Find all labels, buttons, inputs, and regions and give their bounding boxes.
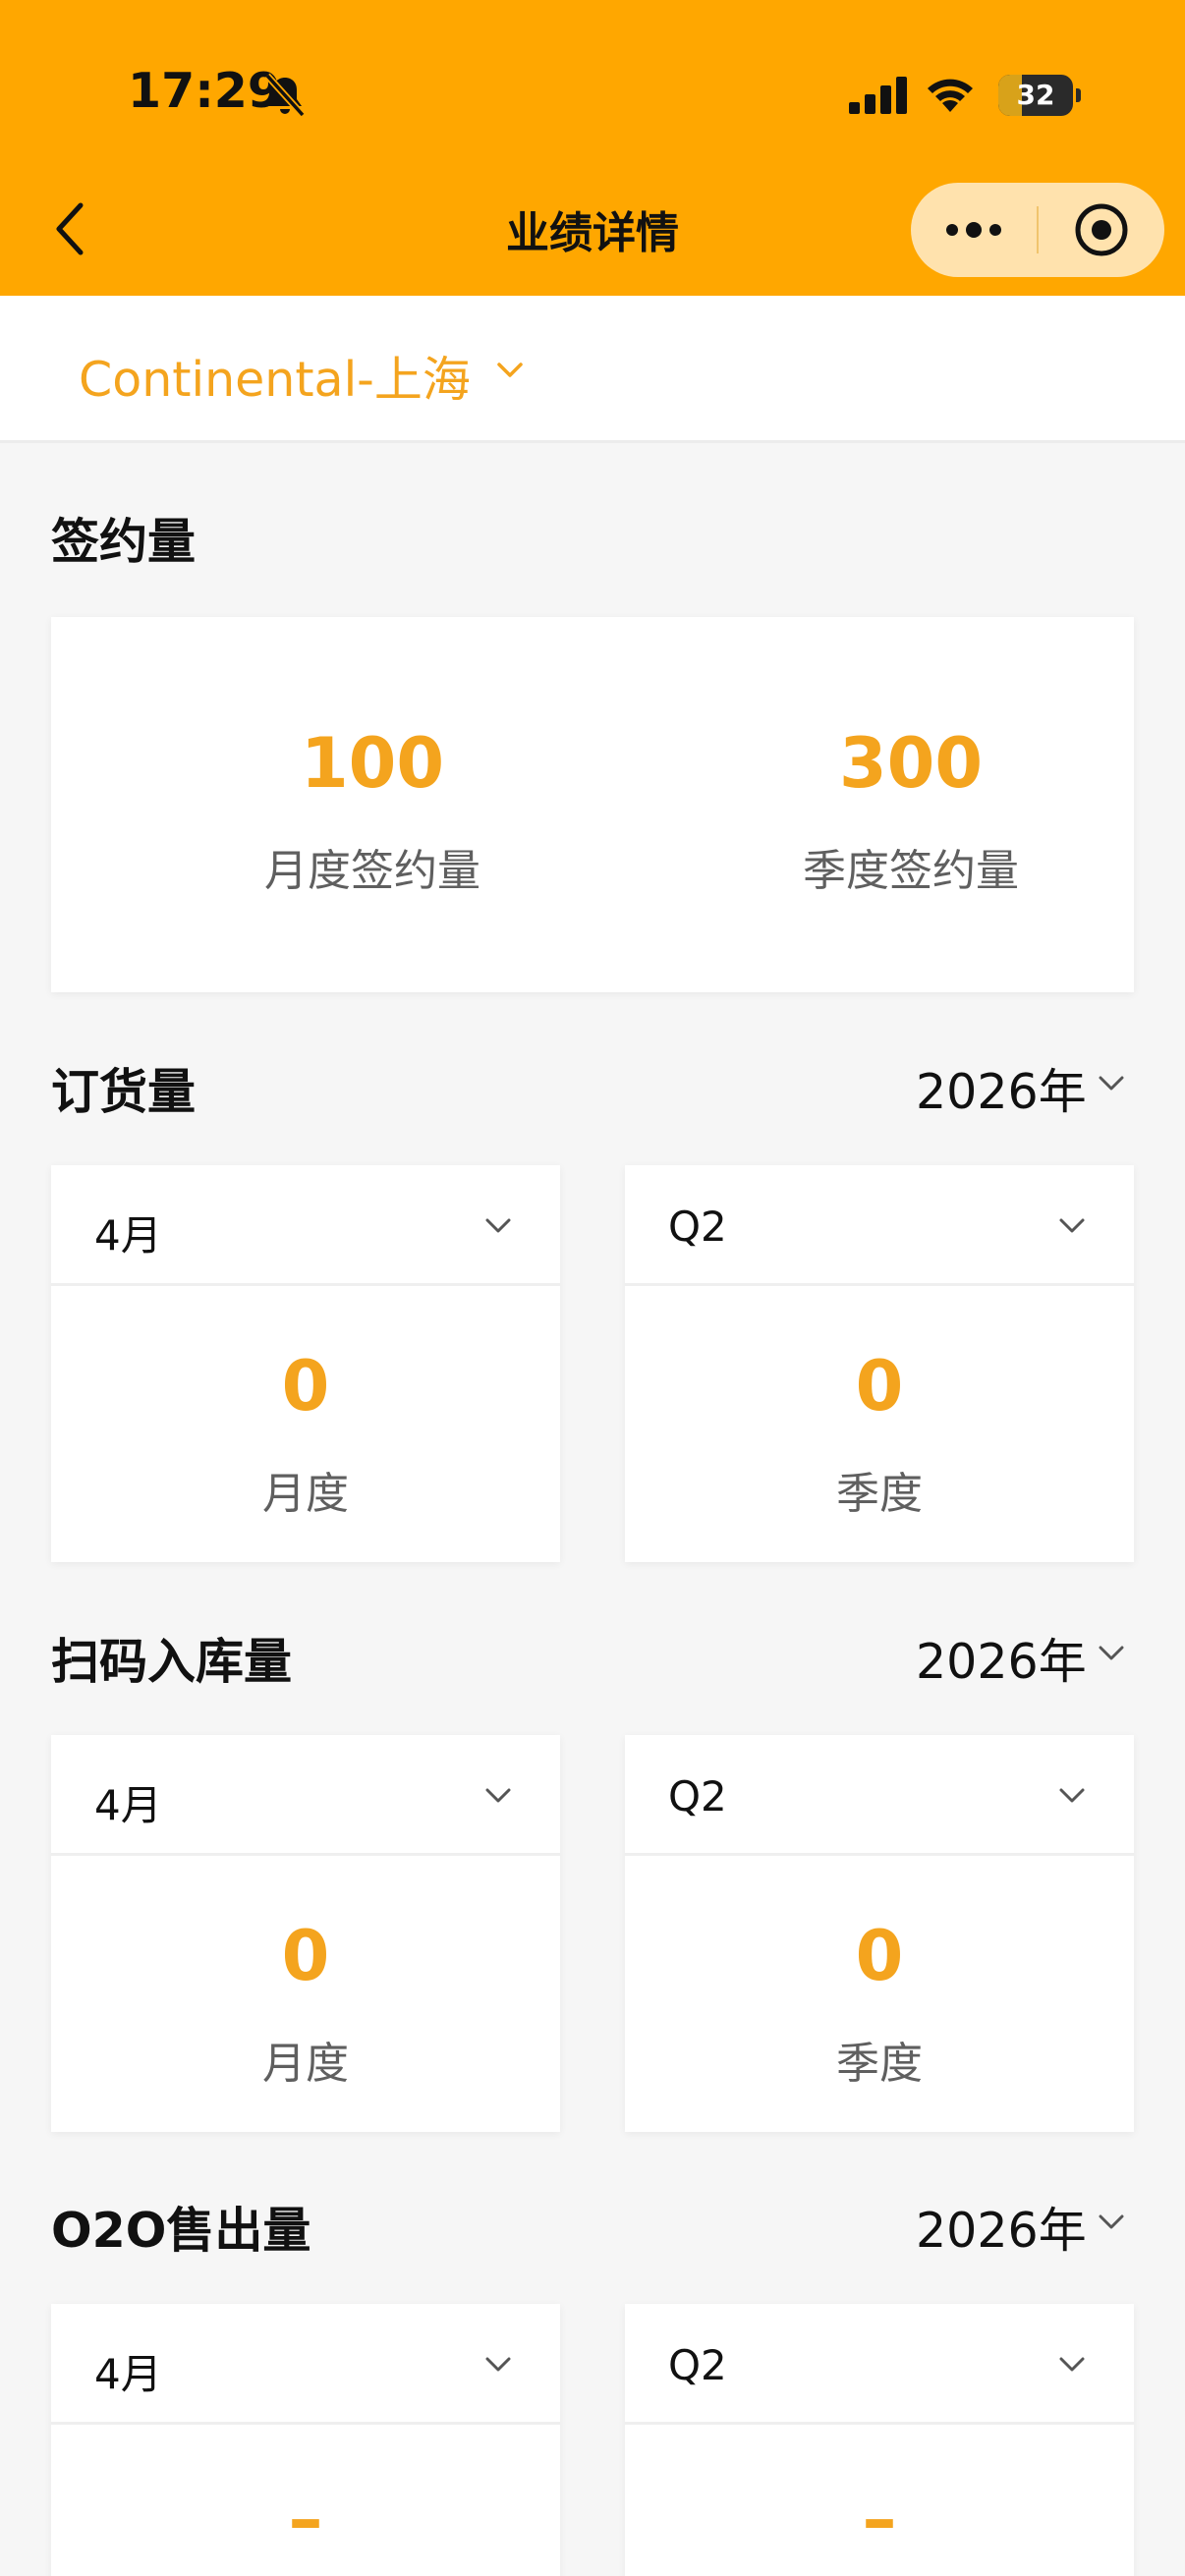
o2o-sales-monthly-card: 4月 – bbox=[51, 2304, 560, 2576]
month-select-value: 4月 bbox=[94, 1781, 162, 1829]
target-close-icon bbox=[1075, 203, 1128, 256]
scan-inbound-month-select[interactable]: 4月 bbox=[51, 1735, 560, 1856]
signing-section-title: 签约量 bbox=[51, 514, 197, 570]
orders-quarterly-label: 季度 bbox=[836, 1469, 923, 1519]
signing-quarterly-label: 季度签约量 bbox=[803, 846, 1019, 896]
orders-section-title: 订货量 bbox=[51, 1064, 197, 1120]
orders-month-select[interactable]: 4月 bbox=[51, 1165, 560, 1286]
orders-quarter-select[interactable]: Q2 bbox=[625, 1165, 1134, 1286]
quarter-select-value: Q2 bbox=[668, 1203, 727, 1251]
store-selector[interactable]: Continental-上海 bbox=[0, 296, 1185, 443]
battery-level: 32 bbox=[1016, 79, 1055, 111]
o2o-sales-quarterly-value: – bbox=[862, 2479, 897, 2559]
chevron-down-icon bbox=[485, 1788, 511, 1803]
orders-quarterly-value: 0 bbox=[855, 1346, 904, 1427]
signing-monthly-label: 月度签约量 bbox=[264, 846, 480, 896]
scan-inbound-monthly-label: 月度 bbox=[262, 2039, 349, 2089]
wifi-icon bbox=[928, 79, 973, 112]
chevron-down-icon bbox=[497, 363, 523, 377]
scan-inbound-quarter-select[interactable]: Q2 bbox=[625, 1735, 1134, 1856]
chevron-down-icon bbox=[1099, 1646, 1124, 1660]
chevron-down-icon bbox=[1099, 2214, 1124, 2229]
month-select-value: 4月 bbox=[94, 1211, 162, 1260]
chevron-down-icon bbox=[1059, 1788, 1085, 1803]
chevron-down-icon bbox=[1059, 2357, 1085, 2372]
orders-monthly-value: 0 bbox=[281, 1346, 330, 1427]
scan-inbound-quarterly-label: 季度 bbox=[836, 2039, 923, 2089]
signing-card: 100 月度签约量 300 季度签约量 bbox=[51, 617, 1134, 992]
mini-program-capsule bbox=[911, 183, 1164, 277]
signing-quarterly-value: 300 bbox=[838, 723, 984, 804]
more-button[interactable] bbox=[911, 183, 1037, 277]
scan-inbound-monthly-card: 4月 0 月度 bbox=[51, 1735, 560, 2132]
o2o-sales-quarter-select[interactable]: Q2 bbox=[625, 2304, 1134, 2425]
quarter-select-value: Q2 bbox=[668, 1772, 727, 1820]
o2o-sales-monthly-value: – bbox=[288, 2479, 323, 2559]
signal-icon bbox=[849, 77, 907, 114]
close-program-button[interactable] bbox=[1039, 183, 1164, 277]
o2o-sales-month-select[interactable]: 4月 bbox=[51, 2304, 560, 2425]
scan-inbound-section-title: 扫码入库量 bbox=[51, 1634, 293, 1690]
silent-bell-icon bbox=[264, 73, 306, 118]
o2o-sales-section-title: O2O售出量 bbox=[51, 2203, 311, 2259]
signing-monthly-value: 100 bbox=[300, 723, 445, 804]
scan-inbound-quarterly-value: 0 bbox=[855, 1916, 904, 1996]
chevron-down-icon bbox=[485, 2357, 511, 2372]
top-bar: 17:29 32 业绩详情 bbox=[0, 0, 1185, 296]
scan-inbound-year-select[interactable]: 2026年 bbox=[916, 1623, 1087, 1693]
orders-monthly-card: 4月 0 月度 bbox=[51, 1165, 560, 1562]
status-time: 17:29 bbox=[128, 63, 281, 119]
orders-monthly-label: 月度 bbox=[262, 1469, 349, 1519]
orders-quarterly-card: Q2 0 季度 bbox=[625, 1165, 1134, 1562]
store-name: Continental-上海 bbox=[79, 352, 471, 408]
quarter-select-value: Q2 bbox=[668, 2341, 727, 2389]
o2o-sales-quarterly-card: Q2 – bbox=[625, 2304, 1134, 2576]
battery-indicator: 32 bbox=[998, 75, 1081, 116]
screen: 17:29 32 业绩详情 Continental-上海 签约量 100 月度签… bbox=[0, 0, 1185, 2576]
month-select-value: 4月 bbox=[94, 2350, 162, 2398]
o2o-sales-year-select[interactable]: 2026年 bbox=[916, 2192, 1087, 2262]
scan-inbound-quarterly-card: Q2 0 季度 bbox=[625, 1735, 1134, 2132]
chevron-down-icon bbox=[1099, 1076, 1124, 1091]
more-dots-icon bbox=[946, 222, 1001, 238]
chevron-down-icon bbox=[485, 1218, 511, 1233]
chevron-down-icon bbox=[1059, 1218, 1085, 1233]
orders-year-select[interactable]: 2026年 bbox=[916, 1053, 1087, 1123]
scan-inbound-monthly-value: 0 bbox=[281, 1916, 330, 1996]
